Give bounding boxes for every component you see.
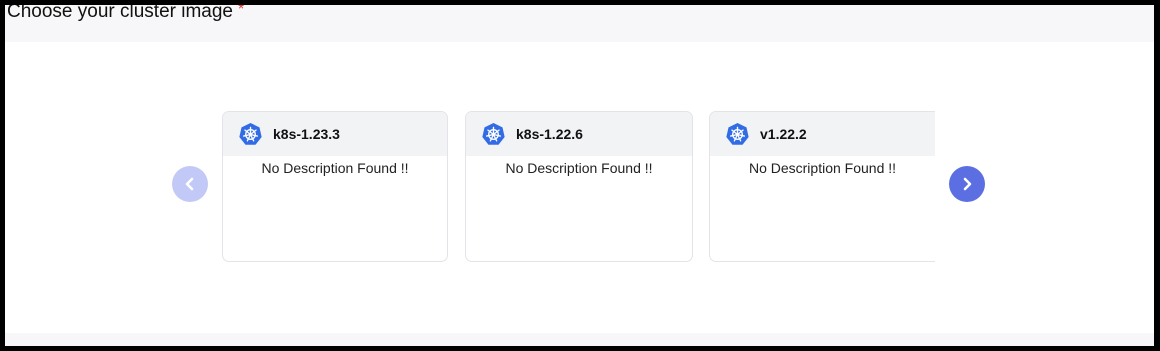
carousel-next-button[interactable] (949, 166, 985, 202)
card-header: v1.22.2 (710, 112, 935, 156)
kubernetes-icon (239, 122, 262, 145)
cluster-image-card[interactable]: k8s-1.23.3 No Description Found !! (222, 111, 448, 262)
section-footer (5, 333, 1154, 346)
card-header: k8s-1.23.3 (223, 112, 447, 156)
chevron-left-icon (185, 177, 194, 191)
card-title: v1.22.2 (760, 126, 807, 142)
card-header: k8s-1.22.6 (466, 112, 692, 156)
card-description: No Description Found !! (505, 160, 653, 176)
cluster-image-section: Choose your cluster image * k8s-1.23.3 N… (5, 5, 1154, 346)
carousel-prev-button[interactable] (172, 166, 208, 202)
cluster-image-card[interactable]: k8s-1.22.6 No Description Found !! (465, 111, 693, 262)
section-header: Choose your cluster image * (5, 5, 1154, 42)
card-description: No Description Found !! (261, 160, 409, 176)
section-title: Choose your cluster image * (7, 5, 244, 23)
kubernetes-icon (482, 122, 505, 145)
kubernetes-icon (726, 122, 749, 145)
card-title: k8s-1.23.3 (273, 126, 340, 142)
cluster-image-card[interactable]: v1.22.2 No Description Found !! (709, 111, 935, 262)
card-description: No Description Found !! (748, 160, 897, 176)
section-title-text: Choose your cluster image (7, 5, 233, 22)
required-marker: * (238, 5, 245, 18)
card-title: k8s-1.22.6 (516, 126, 583, 142)
chevron-right-icon (963, 177, 972, 191)
